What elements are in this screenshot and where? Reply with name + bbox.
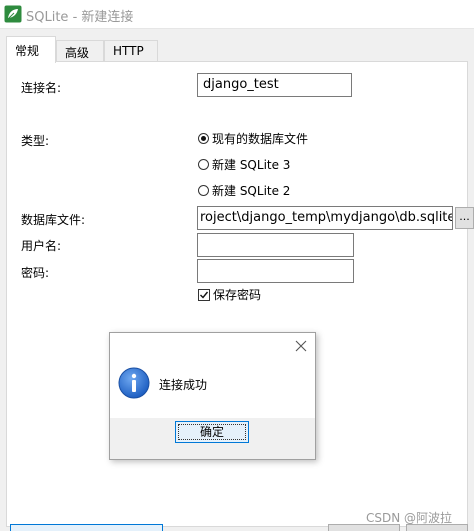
radio-new-sqlite3-label: 新建 SQLite 3 (212, 158, 291, 172)
leaf-icon (4, 5, 22, 23)
username-label: 用户名: (21, 239, 62, 253)
radio-new-sqlite3[interactable]: 新建 SQLite 3 (198, 156, 290, 174)
radio-new-sqlite2-label: 新建 SQLite 2 (212, 184, 291, 198)
radio-checked-icon (198, 133, 209, 144)
test-connection-button[interactable] (10, 524, 163, 531)
title-bar: SQLite - 新建连接 (0, 0, 474, 29)
radio-existing-db-label: 现有的数据库文件 (212, 132, 309, 146)
watermark: CSDN @阿波拉 (366, 511, 453, 525)
db-file-input[interactable]: roject\django_temp\mydjango\db.sqlite3 (197, 206, 453, 230)
dialog-body: 连接成功 (110, 360, 315, 418)
info-icon (118, 367, 150, 399)
tab-advanced[interactable]: 高级 (56, 40, 104, 61)
connection-name-input[interactable]: django_test (197, 73, 352, 97)
type-label: 类型: (21, 134, 50, 148)
save-password-label: 保存密码 (213, 288, 262, 302)
password-input[interactable] (197, 259, 354, 283)
radio-new-sqlite2[interactable]: 新建 SQLite 2 (198, 182, 290, 200)
db-file-label: 数据库文件: (21, 213, 86, 227)
radio-unchecked-icon (198, 185, 209, 196)
radio-unchecked-icon (198, 159, 209, 170)
password-label: 密码: (21, 266, 50, 280)
close-icon[interactable] (293, 338, 309, 354)
window-title: SQLite - 新建连接 (26, 10, 134, 25)
dialog-ok-button[interactable]: 确定 (175, 421, 249, 443)
checkmark-icon (198, 289, 210, 301)
connection-name-label: 连接名: (21, 81, 62, 95)
tab-general[interactable]: 常规 (6, 36, 56, 63)
dialog-message: 连接成功 (159, 378, 208, 392)
browse-button[interactable]: ... (455, 207, 474, 229)
tab-strip: 常规 高级 HTTP (6, 36, 474, 63)
radio-existing-db[interactable]: 现有的数据库文件 (198, 130, 308, 148)
tab-http[interactable]: HTTP (104, 40, 158, 61)
save-password-checkbox[interactable]: 保存密码 (198, 286, 261, 304)
username-input[interactable] (197, 233, 354, 257)
dialog-header (110, 333, 315, 360)
message-dialog: 连接成功 确定 (109, 332, 316, 460)
